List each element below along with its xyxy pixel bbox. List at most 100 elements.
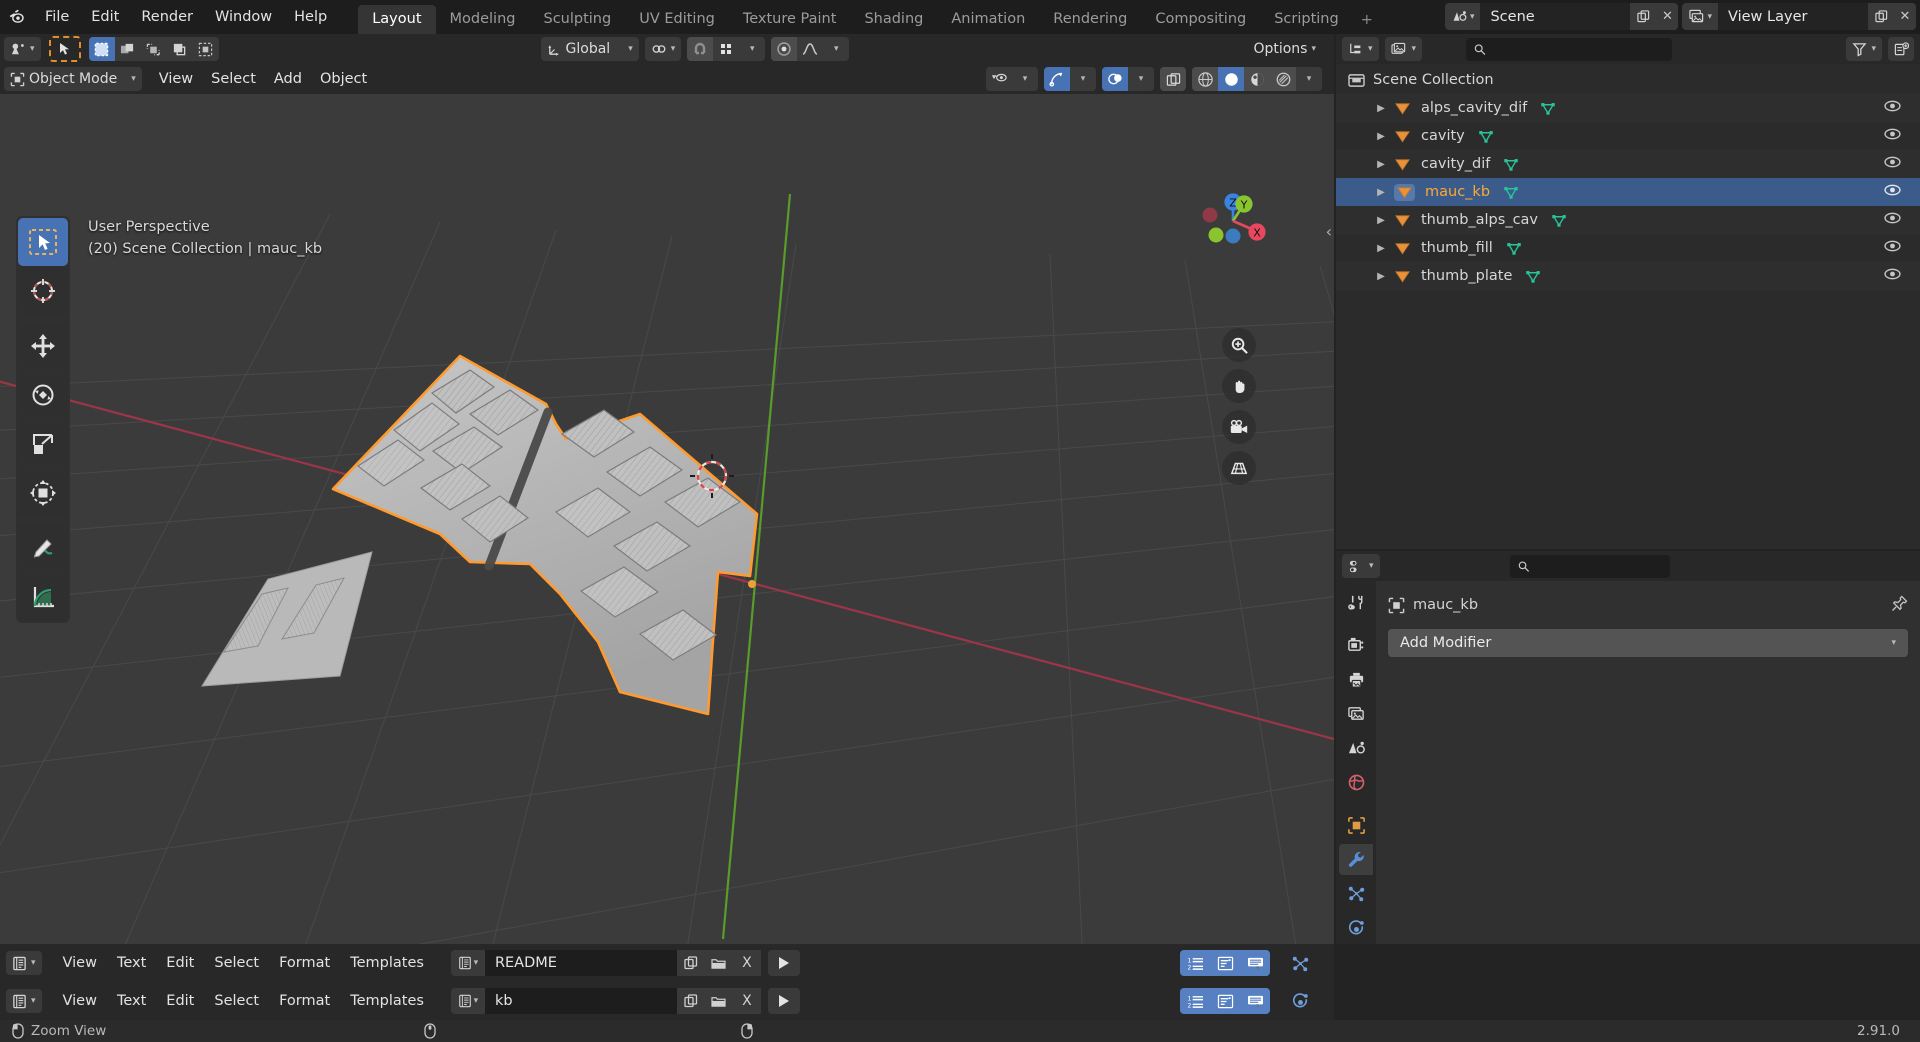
viewport-canvas[interactable]: User Perspective (20) Scene Collection |… [0, 94, 1334, 944]
viewport-options-dropdown[interactable]: Options ▾ [1247, 37, 1322, 61]
hide-in-viewport-icon[interactable] [1883, 268, 1902, 285]
mesh-data-icon[interactable] [1505, 241, 1523, 256]
object-visibility-chevron-icon[interactable]: ▾ [1012, 67, 1038, 91]
text-menu-edit[interactable]: Edit [157, 990, 203, 1012]
sidebar-collapse-arrow-icon[interactable]: ‹ [1326, 222, 1332, 241]
object-visibility-icon[interactable] [986, 67, 1012, 91]
hide-in-viewport-icon[interactable] [1883, 184, 1902, 201]
text-menu-text[interactable]: Text [108, 952, 155, 974]
menu-file[interactable]: File [34, 6, 80, 28]
editor-type-properties-icon[interactable]: ▾ [1342, 554, 1380, 578]
line-numbers-icon[interactable]: 12 [1180, 988, 1210, 1014]
menu-edit[interactable]: Edit [80, 6, 130, 28]
scene-tab[interactable] [1339, 733, 1373, 764]
workspace-tab-modeling[interactable]: Modeling [436, 5, 530, 34]
render-tab[interactable] [1339, 629, 1373, 660]
rendered-shading-icon[interactable] [1270, 67, 1296, 91]
proportional-dropdown-chevron-icon[interactable]: ▾ [823, 37, 850, 61]
toggle-xray-icon[interactable] [1160, 67, 1186, 91]
workspace-tab-texture-paint[interactable]: Texture Paint [729, 5, 851, 34]
pin-icon[interactable] [1891, 595, 1908, 616]
snap-increment-icon[interactable] [713, 37, 740, 61]
filter-funnel-icon[interactable]: ▾ [1846, 37, 1882, 61]
text-datablock-icon[interactable]: ▾ [450, 950, 485, 976]
scene-icon[interactable]: ▾ [1444, 3, 1481, 30]
text-menu-select[interactable]: Select [205, 990, 268, 1012]
outliner-row-mauc_kb[interactable]: ▶ mauc_kb [1336, 178, 1920, 206]
unlink-button[interactable]: X [732, 950, 761, 976]
select-set-icon[interactable] [88, 37, 115, 61]
add-modifier-dropdown[interactable]: Add Modifier ▾ [1388, 629, 1908, 657]
viewport-menu-add[interactable]: Add [265, 68, 311, 90]
gizmo-chevron-icon[interactable]: ▾ [1070, 67, 1096, 91]
text-menu-format[interactable]: Format [270, 990, 339, 1012]
remove-view-layer-button[interactable]: ✕ [1894, 3, 1916, 30]
physics-orbit-icon[interactable] [1272, 982, 1328, 1020]
menu-help[interactable]: Help [283, 6, 338, 28]
outliner-row-cavity[interactable]: ▶ cavity [1336, 122, 1920, 150]
hide-in-viewport-icon[interactable] [1883, 128, 1902, 145]
line-numbers-icon[interactable]: 12 [1180, 950, 1210, 976]
mesh-data-icon[interactable] [1539, 101, 1557, 116]
transform-orientation-dropdown[interactable]: Global ▾ [540, 37, 639, 61]
hide-in-viewport-icon[interactable] [1883, 100, 1902, 117]
measure-tool[interactable] [18, 573, 68, 621]
solid-shading-icon[interactable] [1218, 67, 1244, 91]
editor-type-text-icon[interactable]: ▾ [6, 989, 42, 1013]
snap-dropdown-chevron-icon[interactable]: ▾ [739, 37, 766, 61]
viewport-menu-view[interactable]: View [150, 68, 202, 90]
rotate-tool[interactable] [18, 371, 68, 419]
smooth-falloff-icon[interactable] [797, 37, 824, 61]
run-script-icon[interactable] [767, 988, 800, 1014]
syntax-highlight-icon[interactable] [1240, 950, 1270, 976]
select-extend-icon[interactable] [114, 37, 141, 61]
zoom-view-button[interactable] [1222, 328, 1256, 362]
transform-tool[interactable] [18, 469, 68, 517]
viewport-menu-object[interactable]: Object [311, 68, 376, 90]
text-menu-templates[interactable]: Templates [341, 952, 433, 974]
new-scene-button[interactable] [1630, 3, 1657, 30]
modifier-tab[interactable] [1339, 843, 1373, 876]
outliner-display-mode-icon[interactable]: ▾ [1384, 37, 1423, 61]
duplicate-icon[interactable] [676, 950, 705, 976]
particles-icon[interactable] [1272, 944, 1328, 982]
text-menu-edit[interactable]: Edit [157, 952, 203, 974]
word-wrap-icon[interactable] [1210, 950, 1240, 976]
view-layer-name[interactable]: View Layer [1718, 3, 1868, 30]
word-wrap-icon[interactable] [1210, 988, 1240, 1014]
text-menu-view[interactable]: View [54, 952, 106, 974]
scene-datablock[interactable]: ▾ Scene ✕ [1444, 3, 1679, 30]
workspace-tab-compositing[interactable]: Compositing [1141, 5, 1260, 34]
text-datablock-icon[interactable]: ▾ [450, 988, 485, 1014]
disclosure-triangle-icon[interactable]: ▶ [1368, 159, 1394, 170]
mesh-data-icon[interactable] [1502, 185, 1520, 200]
view-layer-icon[interactable]: ▾ [1682, 3, 1718, 30]
particles-tab[interactable] [1339, 878, 1373, 909]
disclosure-triangle-icon[interactable]: ▶ [1368, 271, 1394, 282]
move-tool[interactable] [18, 322, 68, 370]
text-datablock-name[interactable]: README [484, 950, 677, 976]
select-difference-icon[interactable] [166, 37, 193, 61]
text-menu-format[interactable]: Format [270, 952, 339, 974]
material-shading-icon[interactable] [1244, 67, 1270, 91]
properties-search-field[interactable] [1534, 558, 1662, 574]
editor-type-text-icon[interactable]: ▾ [6, 951, 42, 975]
cursor-tool[interactable] [18, 267, 68, 315]
active-tool-indicator[interactable] [48, 36, 81, 62]
annotate-tool[interactable] [18, 524, 68, 572]
outliner-search-input[interactable] [1466, 37, 1673, 61]
physics-tab[interactable] [1339, 913, 1373, 944]
workspace-tab-shading[interactable]: Shading [850, 5, 937, 34]
unlink-scene-button[interactable]: ✕ [1656, 3, 1679, 30]
navigation-gizmo[interactable]: Z Y X [1190, 178, 1276, 264]
workspace-tab-animation[interactable]: Animation [937, 5, 1039, 34]
disclosure-triangle-icon[interactable]: ▶ [1368, 215, 1394, 226]
viewport-menu-select[interactable]: Select [202, 68, 265, 90]
tweak-select-box-tool[interactable] [18, 218, 68, 266]
toggle-orthographic-button[interactable] [1222, 451, 1256, 485]
outliner-row-cavity_dif[interactable]: ▶ cavity_dif [1336, 150, 1920, 178]
disclosure-triangle-icon[interactable]: ▶ [1368, 103, 1394, 114]
select-subtract-icon[interactable] [140, 37, 167, 61]
run-script-icon[interactable] [767, 950, 800, 976]
output-tab[interactable] [1339, 664, 1373, 695]
